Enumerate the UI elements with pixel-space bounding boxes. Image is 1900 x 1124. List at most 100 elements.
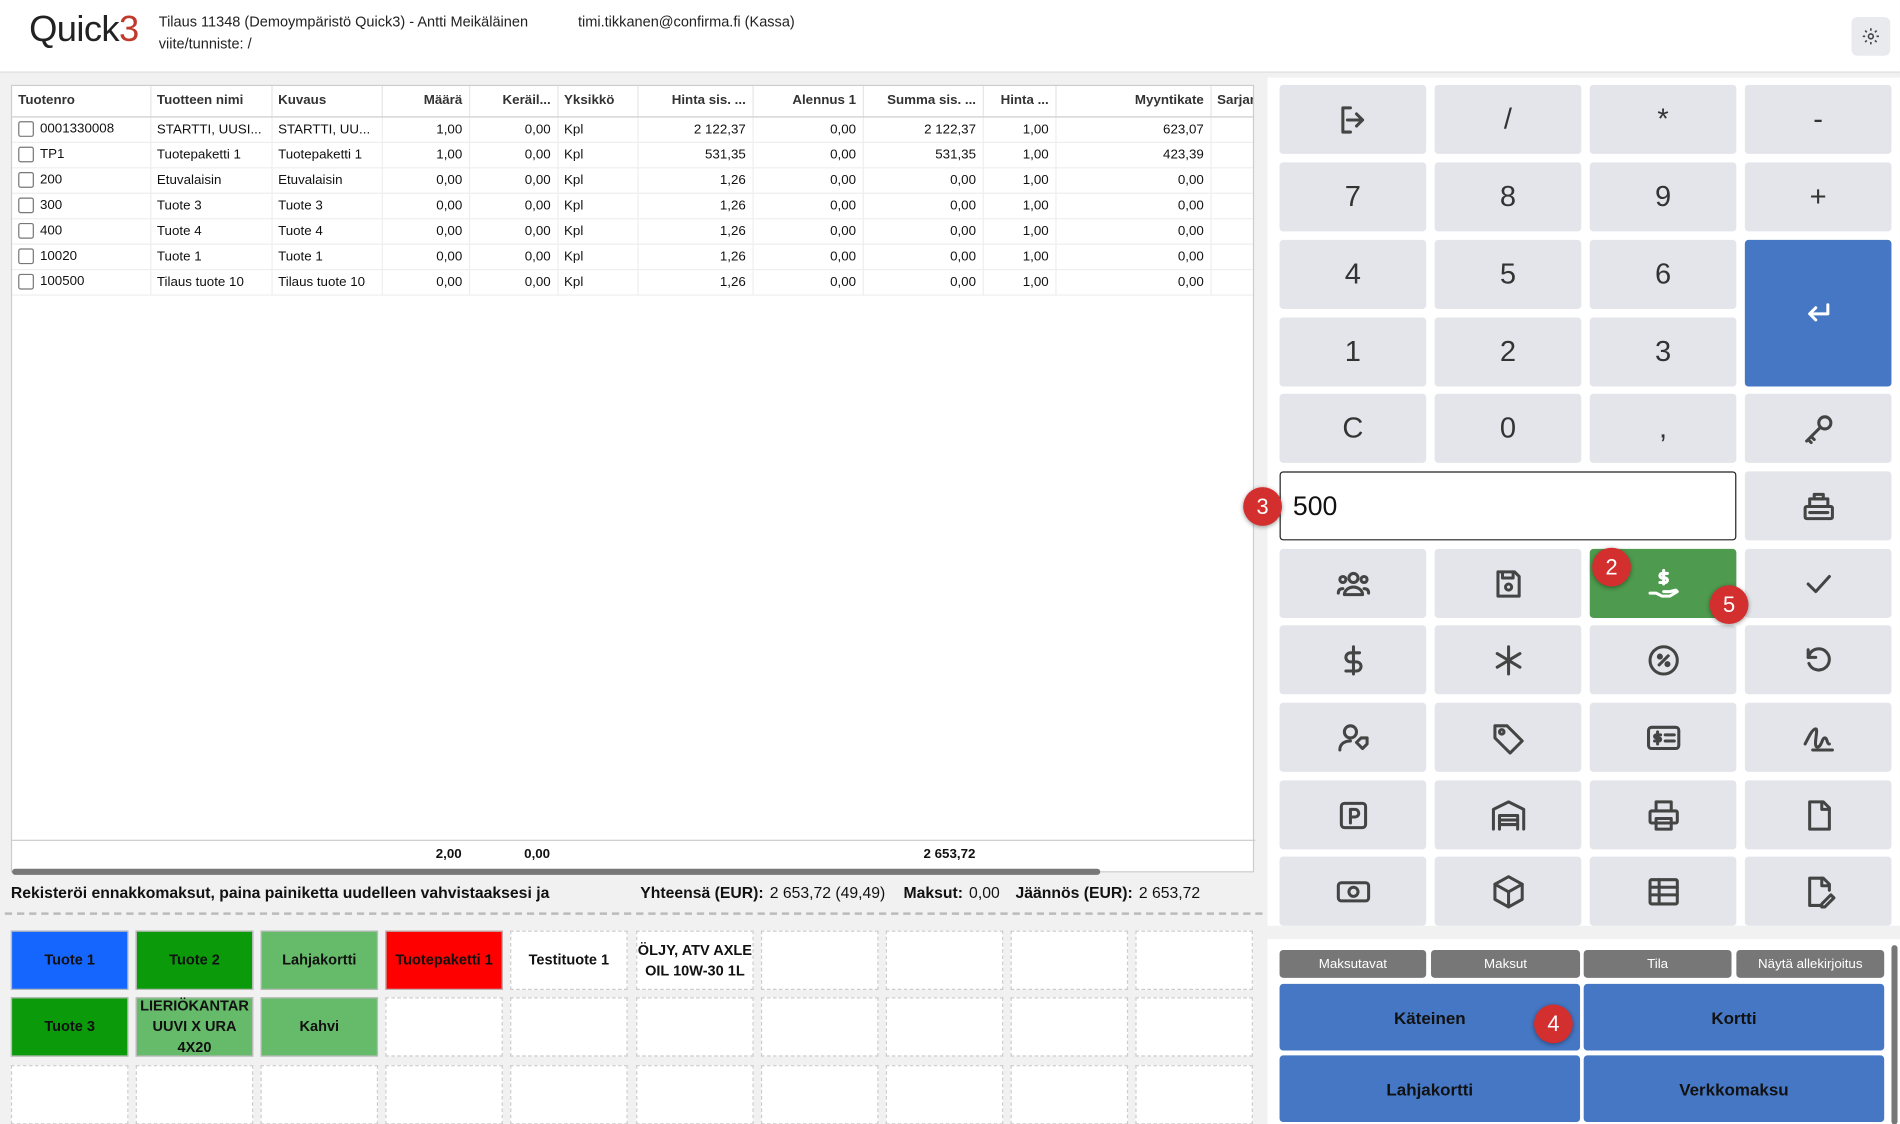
pay-giftcard-button[interactable]: Lahjakortti [1279,1055,1581,1123]
row-checkbox[interactable] [18,146,34,163]
quick-product-button[interactable] [1010,997,1129,1057]
tab-payment-methods[interactable]: Maksutavat [1279,949,1427,978]
tab-show-signature[interactable]: Näytä allekirjoitus [1736,949,1885,978]
table-row[interactable]: TP1 Tuotepaketti 1 Tuotepaketti 1 1,00 0,00 K… [12,141,1253,168]
key-clear[interactable]: C [1279,393,1427,463]
quick-product-button[interactable] [885,1065,1004,1124]
quick-product-button[interactable] [760,1065,879,1124]
key-4[interactable]: 4 [1279,239,1427,309]
table-row[interactable]: 0001330008 STARTTI, UUSI... STARTTI, UU...… [12,116,1253,143]
key-minus[interactable]: - [1744,84,1892,154]
key-8[interactable]: 8 [1434,162,1582,232]
column-header[interactable]: Määrä [381,86,470,117]
logout-button[interactable] [1279,84,1427,154]
vertical-scrollbar[interactable] [1891,945,1898,1124]
edit-document-button[interactable] [1744,856,1892,926]
quick-product-button[interactable]: Tuotepaketti 1 [385,930,503,990]
quick-product-button[interactable] [135,1065,254,1124]
undo-button[interactable] [1744,625,1892,695]
key-6[interactable]: 6 [1589,239,1737,309]
key-multiply[interactable]: * [1589,84,1737,154]
table-row[interactable]: 400 Tuote 4 Tuote 4 0,00 0,00 Kpl 1,26 0,00 0,00… [12,218,1253,245]
amount-input[interactable] [1279,471,1737,541]
pay-online-button[interactable]: Verkkomaksu [1583,1055,1885,1123]
quick-product-button[interactable]: Tuote 3 [10,997,129,1057]
horizontal-scrollbar[interactable] [12,868,1101,875]
column-header[interactable]: Tuotenro [12,86,151,117]
column-header[interactable]: Alennus 1 [752,86,864,117]
quick-product-button[interactable]: Tuote 2 [135,930,254,990]
price-button[interactable] [1279,625,1427,695]
key-1[interactable]: 1 [1279,317,1427,387]
quick-product-button[interactable] [636,997,754,1057]
receipt-card-button[interactable] [1589,702,1737,772]
column-header[interactable]: Hinta ... [982,86,1056,117]
customer-tag-button[interactable] [1279,702,1427,772]
confirm-button[interactable] [1744,548,1892,618]
quick-product-button[interactable] [510,997,628,1057]
column-header[interactable]: Summa sis. ... [862,86,984,117]
save-button[interactable] [1434,548,1582,618]
print-button[interactable] [1589,780,1737,850]
package-button[interactable] [1434,856,1582,926]
cash-register-button[interactable] [1744,471,1892,541]
quick-product-button[interactable] [1010,930,1129,990]
signature-button[interactable] [1744,702,1892,772]
discount-button[interactable] [1589,625,1737,695]
table-row[interactable]: 100500 Tilaus tuote 10 Tilaus tuote 10 0,00… [12,268,1253,296]
key-9[interactable]: 9 [1589,162,1737,232]
quick-product-button[interactable]: Testituote 1 [510,930,628,990]
key-0[interactable]: 0 [1434,393,1582,463]
quick-product-button[interactable] [636,1065,754,1124]
quick-product-button[interactable] [1135,997,1253,1057]
key-3[interactable]: 3 [1589,317,1737,387]
quick-product-button[interactable] [385,997,503,1057]
table-button[interactable] [1589,856,1737,926]
quick-product-button[interactable]: ÖLJY, ATV AXLE OIL 10W-30 1L [636,930,754,990]
quick-product-button[interactable] [885,997,1004,1057]
column-header[interactable]: Tuotteen nimi [150,86,273,117]
table-row[interactable]: 10020 Tuote 1 Tuote 1 0,00 0,00 Kpl 1,26 0,00 0,… [12,243,1253,270]
column-header[interactable]: Keräil... [468,86,558,117]
quick-product-button[interactable] [260,1065,379,1124]
quick-product-button[interactable] [885,930,1004,990]
row-checkbox[interactable] [18,121,34,137]
asterisk-button[interactable] [1434,625,1582,695]
quick-product-button[interactable] [1135,1065,1253,1124]
quick-product-button[interactable] [385,1065,503,1124]
tab-payments[interactable]: Maksut [1431,949,1581,978]
parking-button[interactable] [1279,780,1427,850]
column-header[interactable]: Myyntikate [1055,86,1212,117]
table-row[interactable]: 300 Tuote 3 Tuote 3 0,00 0,00 Kpl 1,26 0,00 0,00… [12,192,1253,219]
quick-product-button[interactable]: Lahjakortti [260,930,379,990]
quick-product-button[interactable]: Tuote 1 [10,930,129,990]
enter-button[interactable] [1744,239,1892,387]
key-2[interactable]: 2 [1434,317,1582,387]
settings-button[interactable] [1851,16,1891,56]
key-plus[interactable]: + [1744,162,1892,232]
quick-product-button[interactable] [1010,1065,1129,1124]
quick-product-button[interactable] [760,997,879,1057]
tag-button[interactable] [1434,702,1582,772]
row-checkbox[interactable] [18,222,34,239]
key-button[interactable] [1744,393,1892,463]
column-header[interactable]: Kuvaus [271,86,383,117]
customers-button[interactable] [1279,548,1427,618]
warehouse-button[interactable] [1434,780,1582,850]
row-checkbox[interactable] [18,197,34,214]
column-header[interactable]: Yksikkö [557,86,638,117]
pay-card-button[interactable]: Kortti [1583,983,1885,1051]
quick-product-button[interactable] [10,1065,129,1124]
quick-product-button[interactable] [1135,930,1253,990]
column-header[interactable]: Sarjan [1210,86,1253,117]
quick-product-button[interactable]: LIERIÖKANTAR UUVI X URA 4X20 [135,997,254,1057]
key-divide[interactable]: / [1434,84,1582,154]
quick-product-button[interactable]: Kahvi [260,997,379,1057]
table-row[interactable]: 200 Etuvalaisin Etuvalaisin 0,00 0,00 Kpl 1,26… [12,167,1253,194]
tab-status[interactable]: Tila [1583,949,1732,978]
cash-button[interactable] [1279,856,1427,926]
quick-product-button[interactable] [510,1065,628,1124]
key-comma[interactable]: , [1589,393,1737,463]
column-header[interactable]: Hinta sis. ... [637,86,754,117]
quick-product-button[interactable] [760,930,879,990]
